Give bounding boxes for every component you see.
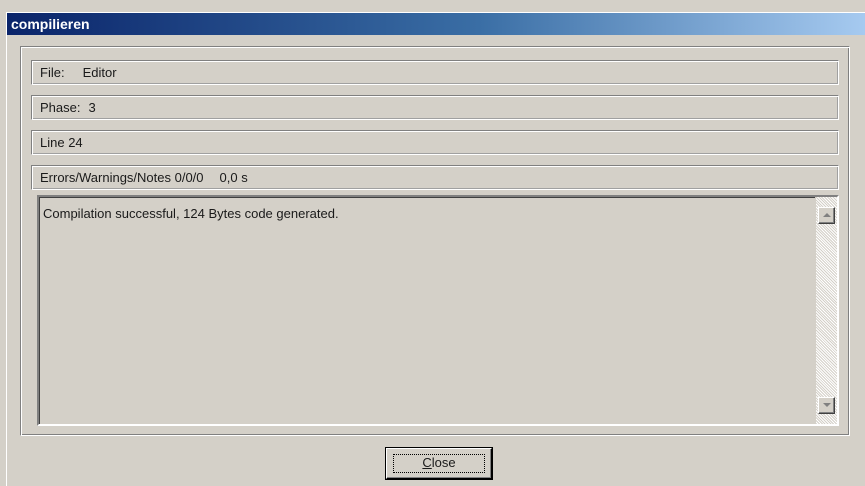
phase-label: Phase: xyxy=(40,100,81,115)
output-message: Compilation successful, 124 Bytes code g… xyxy=(43,206,339,221)
phase-field: Phase: 3 xyxy=(31,95,839,120)
time-value: 0,0 s xyxy=(219,170,248,185)
scroll-up-arrow-icon xyxy=(823,213,831,217)
file-label: File: xyxy=(40,65,65,80)
close-mnemonic: C xyxy=(422,455,432,470)
close-button[interactable]: Close xyxy=(386,448,492,479)
close-button-label: Close xyxy=(422,455,455,470)
file-field: File: Editor xyxy=(31,60,839,85)
window-title: compilieren xyxy=(11,16,90,32)
errors-label: Errors/Warnings/Notes 0/0/0 xyxy=(40,170,204,185)
scroll-up-button[interactable] xyxy=(818,207,835,224)
line-text: Line 24 xyxy=(40,135,83,150)
output-text: Compilation successful, 124 Bytes code g… xyxy=(39,197,815,424)
phase-value: 3 xyxy=(88,100,96,115)
errors-field: Errors/Warnings/Notes 0/0/0 0,0 s xyxy=(31,165,839,190)
vertical-scrollbar[interactable] xyxy=(815,197,837,424)
file-value: Editor xyxy=(82,65,117,80)
scroll-down-button[interactable] xyxy=(818,397,835,414)
close-label-rest: lose xyxy=(431,455,456,470)
line-field: Line 24 xyxy=(31,130,839,155)
output-textarea[interactable]: Compilation successful, 124 Bytes code g… xyxy=(37,195,839,426)
title-bar[interactable]: compilieren xyxy=(7,13,865,35)
scroll-down-arrow-icon xyxy=(823,403,831,407)
